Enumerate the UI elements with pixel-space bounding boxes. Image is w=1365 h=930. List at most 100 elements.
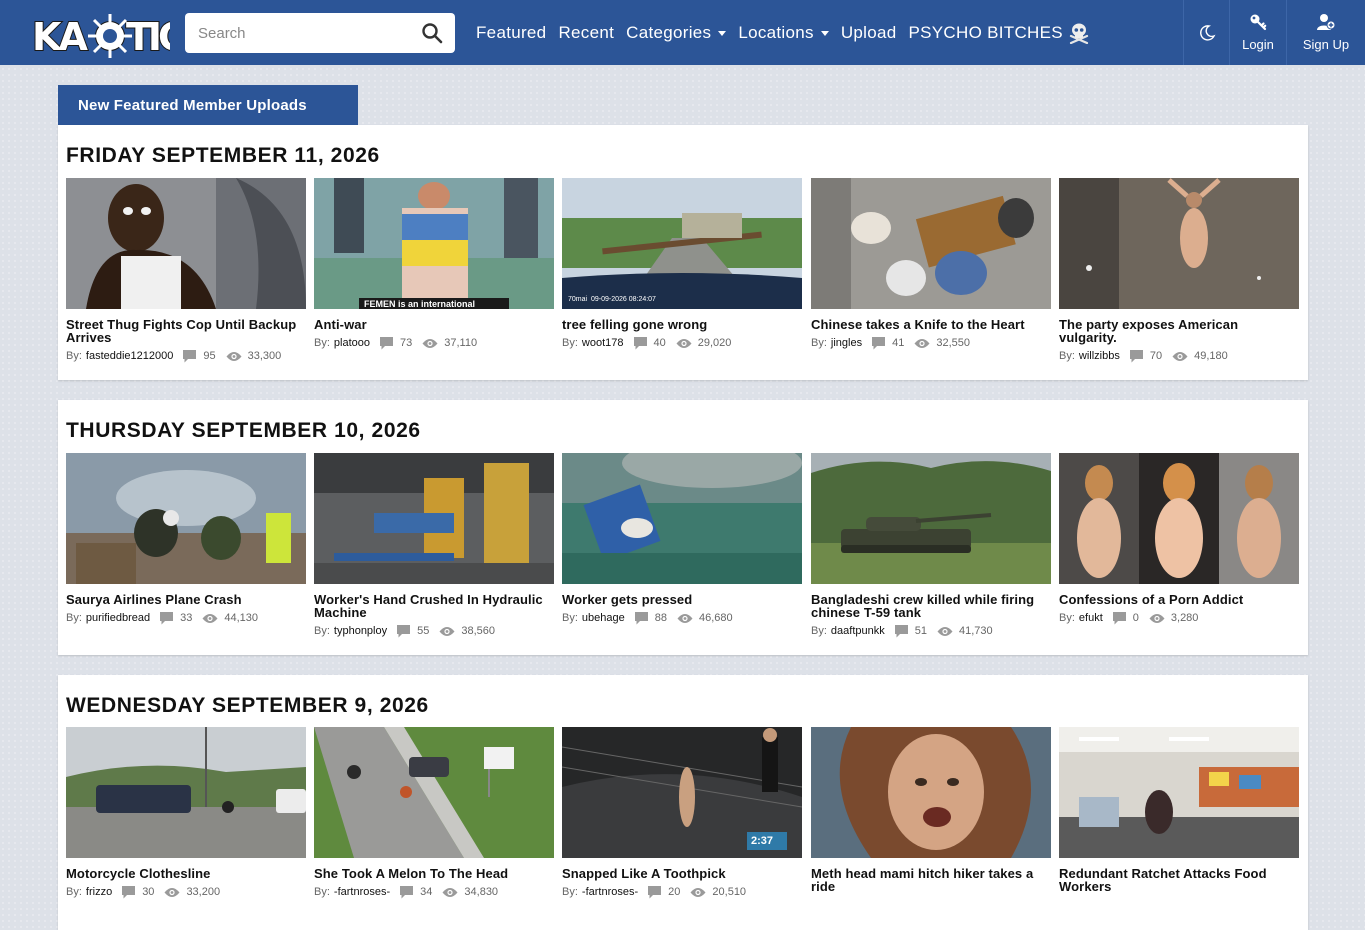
eye-icon xyxy=(164,887,180,897)
featured-uploads-tab[interactable]: New Featured Member Uploads xyxy=(58,85,358,125)
uploader-link[interactable]: platooo xyxy=(334,337,370,349)
nav-upload[interactable]: Upload xyxy=(841,23,897,43)
uploader-link[interactable]: woot178 xyxy=(582,337,624,349)
comment-icon xyxy=(634,612,648,625)
video-thumbnail[interactable] xyxy=(66,727,306,858)
comment-icon xyxy=(183,350,197,363)
search-input[interactable] xyxy=(185,14,405,52)
uploader-link[interactable]: willzibbs xyxy=(1079,350,1120,362)
nav-psycho-bitches[interactable]: PSYCHO BITCHES xyxy=(909,22,1090,44)
video-card[interactable]: Bangladeshi crew killed while firing chi… xyxy=(811,453,1051,638)
thumbnail-caption: 70mai 09-09-2026 08:24:07 xyxy=(568,296,656,303)
comment-icon xyxy=(633,337,647,350)
video-thumbnail[interactable] xyxy=(811,453,1051,584)
by-label: By: xyxy=(562,886,578,898)
video-thumbnail[interactable] xyxy=(1059,727,1299,858)
video-title[interactable]: Confessions of a Porn Addict xyxy=(1059,593,1299,606)
login-button[interactable]: Login xyxy=(1229,0,1286,65)
eye-icon xyxy=(226,351,242,361)
video-meta: By: willzibbs 70 49,180 xyxy=(1059,349,1299,363)
by-label: By: xyxy=(811,337,827,349)
video-title[interactable]: Street Thug Fights Cop Until Backup Arri… xyxy=(66,318,306,344)
nav-label: Locations xyxy=(738,22,814,42)
uploader-link[interactable]: purifiedbread xyxy=(86,612,150,624)
uploader-link[interactable]: -fartnroses- xyxy=(582,886,638,898)
uploader-link[interactable]: fasteddie1212000 xyxy=(86,350,173,362)
video-card[interactable]: Meth head mami hitch hiker takes a ride xyxy=(811,727,1051,893)
section-date-heading: FRIDAY SEPTEMBER 11, 2026 xyxy=(66,144,380,167)
video-thumbnail[interactable]: FEMEN is an international xyxy=(314,178,554,309)
comment-count: 0 xyxy=(1132,612,1139,624)
video-thumbnail[interactable] xyxy=(66,178,306,309)
uploader-link[interactable]: frizzo xyxy=(86,886,112,898)
video-card[interactable]: FEMEN is an international Anti-war By: p… xyxy=(314,178,554,350)
date-section: WEDNESDAY SEPTEMBER 9, 2026 Motorcycle C… xyxy=(58,675,1308,930)
video-thumbnail[interactable] xyxy=(66,453,306,584)
by-label: By: xyxy=(562,337,578,349)
video-thumbnail[interactable] xyxy=(314,727,554,858)
video-thumbnail[interactable] xyxy=(1059,453,1299,584)
video-title[interactable]: Anti-war xyxy=(314,318,554,331)
video-card[interactable]: Worker's Hand Crushed In Hydraulic Machi… xyxy=(314,453,554,638)
nav-locations[interactable]: Locations xyxy=(738,22,829,43)
video-card[interactable]: Chinese takes a Knife to the Heart By: j… xyxy=(811,178,1051,350)
video-card[interactable]: Motorcycle Clothesline By: frizzo 30 33,… xyxy=(66,727,306,899)
video-card[interactable]: The party exposes American vulgarity. By… xyxy=(1059,178,1299,363)
by-label: By: xyxy=(1059,612,1075,624)
by-label: By: xyxy=(66,350,82,362)
uploader-link[interactable]: jingles xyxy=(831,337,862,349)
video-title[interactable]: Snapped Like A Toothpick xyxy=(562,867,802,880)
eye-icon xyxy=(442,887,458,897)
signup-label: Sign Up xyxy=(1302,37,1350,52)
video-card[interactable]: She Took A Melon To The Head By: -fartnr… xyxy=(314,727,554,899)
video-card[interactable]: Street Thug Fights Cop Until Backup Arri… xyxy=(66,178,306,363)
caret-down-icon xyxy=(820,31,829,36)
nav-label: Featured xyxy=(476,22,547,42)
uploader-link[interactable]: ubehage xyxy=(582,612,625,624)
video-title[interactable]: She Took A Melon To The Head xyxy=(314,867,554,880)
by-label: By: xyxy=(562,612,578,624)
video-meta: By: typhonploy 55 38,560 xyxy=(314,624,554,638)
comment-icon xyxy=(894,625,908,638)
video-thumbnail[interactable]: 70mai 09-09-2026 08:24:07 xyxy=(562,178,802,309)
video-thumbnail[interactable] xyxy=(314,453,554,584)
uploader-link[interactable]: -fartnroses- xyxy=(334,886,390,898)
video-thumbnail[interactable] xyxy=(811,727,1051,858)
video-card[interactable]: Saurya Airlines Plane Crash By: purified… xyxy=(66,453,306,625)
signup-button[interactable]: Sign Up xyxy=(1286,0,1365,65)
video-thumbnail[interactable]: 2:37 xyxy=(562,727,802,858)
comment-count: 88 xyxy=(654,612,667,624)
video-title[interactable]: The party exposes American vulgarity. xyxy=(1059,318,1299,344)
video-title[interactable]: tree felling gone wrong xyxy=(562,318,802,331)
nav-recent[interactable]: Recent xyxy=(558,23,614,43)
video-card[interactable]: Confessions of a Porn Addict By: efukt 0… xyxy=(1059,453,1299,625)
view-count: 41,730 xyxy=(958,625,993,637)
by-label: By: xyxy=(314,886,330,898)
uploader-link[interactable]: typhonploy xyxy=(334,625,387,637)
nav-categories[interactable]: Categories xyxy=(626,23,727,43)
video-title[interactable]: Worker's Hand Crushed In Hydraulic Machi… xyxy=(314,593,554,619)
video-card[interactable]: 2:37 Snapped Like A Toothpick By: -fartn… xyxy=(562,727,802,899)
kaotic-logo[interactable]: KA TIC xyxy=(30,6,170,60)
video-title[interactable]: Chinese takes a Knife to the Heart xyxy=(811,318,1051,331)
comment-count: 55 xyxy=(417,625,430,637)
video-title[interactable]: Motorcycle Clothesline xyxy=(66,867,306,880)
search-icon[interactable] xyxy=(421,22,443,44)
eye-icon xyxy=(439,626,455,636)
video-card[interactable]: Redundant Ratchet Attacks Food Workers xyxy=(1059,727,1299,893)
video-card[interactable]: Worker gets pressed By: ubehage 88 46,68… xyxy=(562,453,802,625)
theme-toggle-button[interactable] xyxy=(1183,0,1229,65)
video-thumbnail[interactable] xyxy=(811,178,1051,309)
nav-featured[interactable]: Featured xyxy=(476,23,546,43)
video-title[interactable]: Bangladeshi crew killed while firing chi… xyxy=(811,593,1051,619)
video-title[interactable]: Worker gets pressed xyxy=(562,593,802,606)
video-card[interactable]: 70mai 09-09-2026 08:24:07 tree felling g… xyxy=(562,178,802,350)
comment-count: 51 xyxy=(914,625,927,637)
video-title[interactable]: Meth head mami hitch hiker takes a ride xyxy=(811,867,1051,893)
uploader-link[interactable]: efukt xyxy=(1079,612,1103,624)
uploader-link[interactable]: daaftpunkk xyxy=(831,625,885,637)
video-thumbnail[interactable] xyxy=(1059,178,1299,309)
video-thumbnail[interactable] xyxy=(562,453,802,584)
video-title[interactable]: Redundant Ratchet Attacks Food Workers xyxy=(1059,867,1299,893)
video-title[interactable]: Saurya Airlines Plane Crash xyxy=(66,593,306,606)
